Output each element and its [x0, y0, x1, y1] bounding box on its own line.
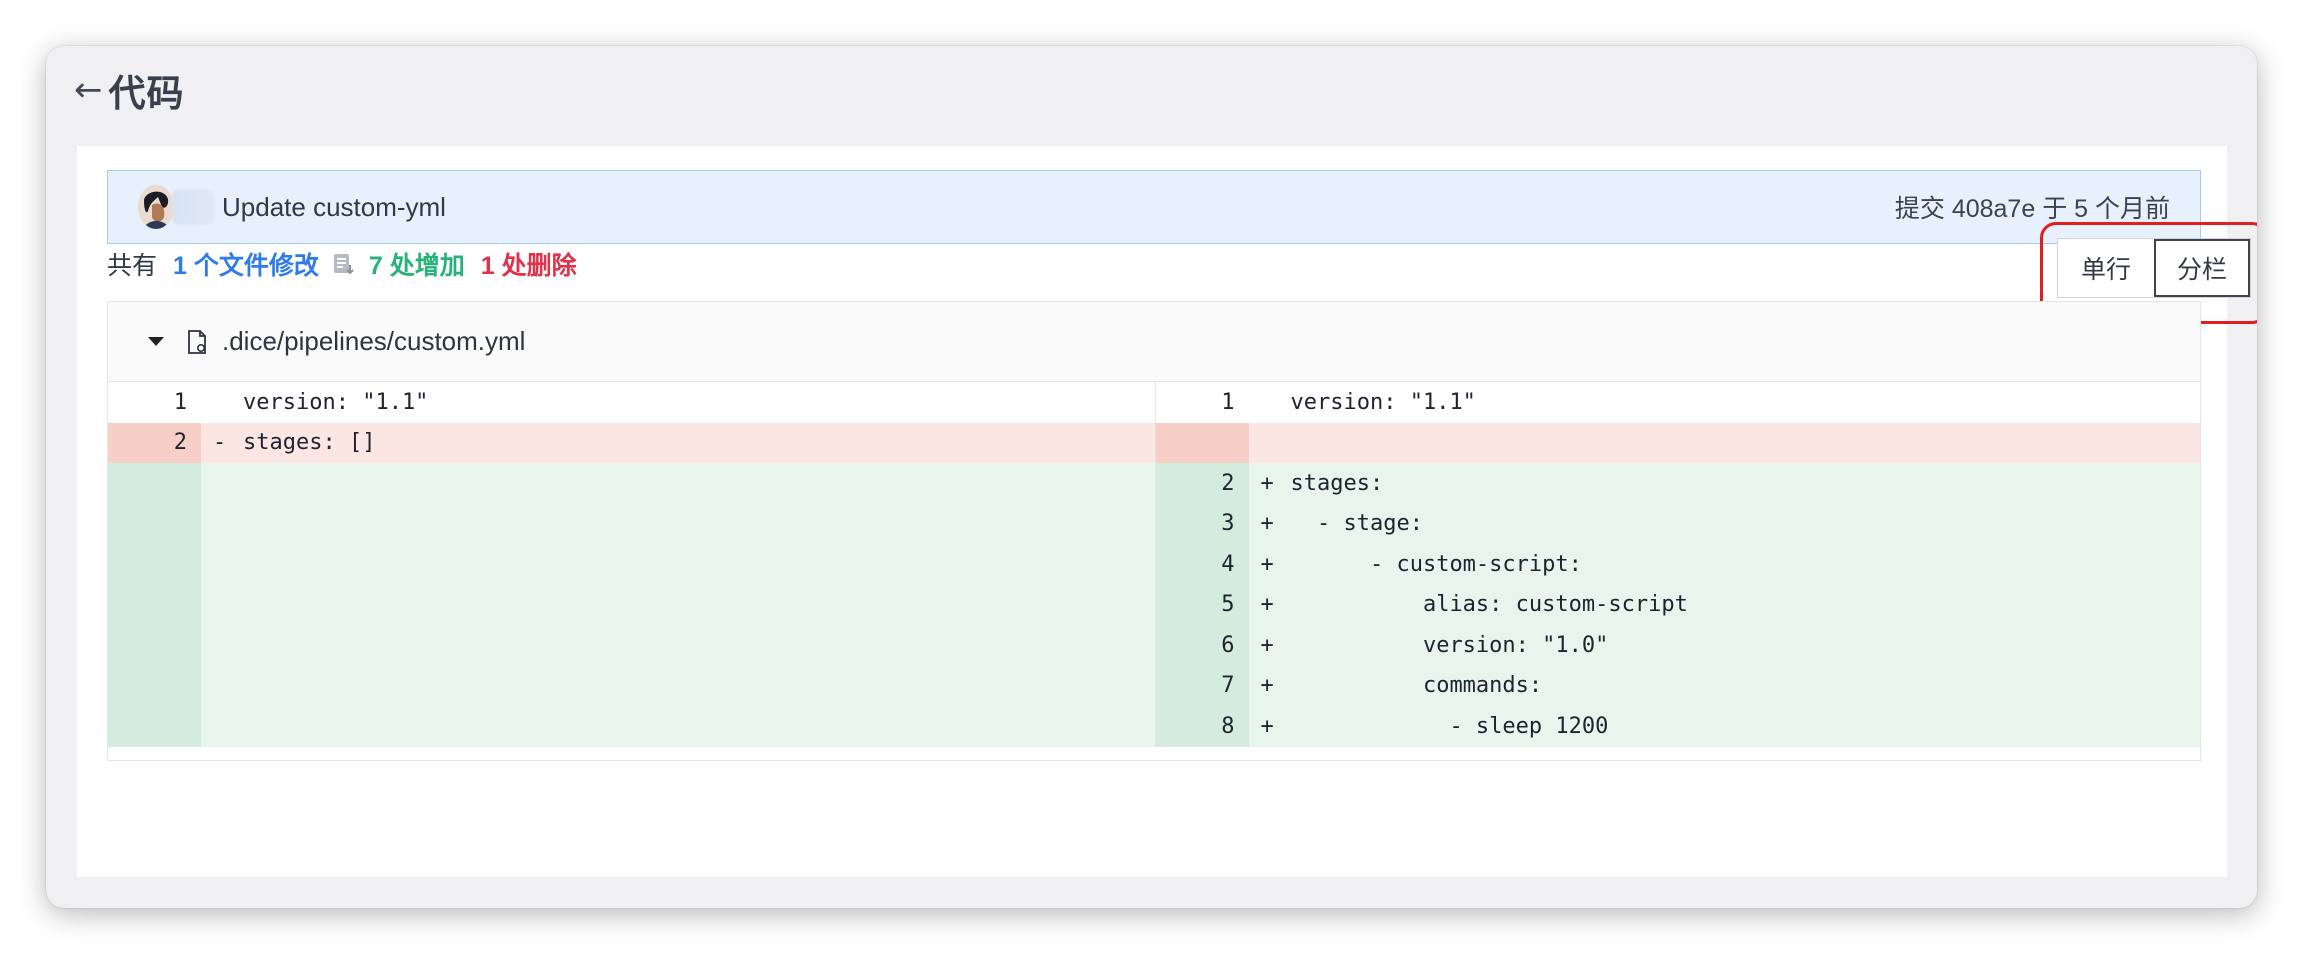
diff-row: 2- stages: [] — [108, 422, 1155, 463]
diff-row — [108, 503, 1155, 544]
diff-pane-old: 1 version: "1.1" 2- stages: [] — [108, 382, 1155, 747]
line-number: 2 — [108, 422, 201, 463]
diff-row — [108, 706, 1155, 747]
diff-summary: 共有 1 个文件修改 7 处增加 1 处删除 — [107, 246, 577, 282]
diff-marker: + — [1260, 713, 1274, 739]
app-window: ← 代码 Update custom-yml 提交 408a7e 于 5 个月前 — [46, 46, 2257, 908]
commit-message[interactable]: Update custom-yml — [222, 192, 446, 223]
diff-row — [1155, 422, 2200, 463]
code-line: version: "1.0" — [1290, 632, 1609, 658]
files-changed-link[interactable]: 1 个文件修改 — [173, 246, 319, 282]
file-icon — [186, 329, 208, 355]
line-number: 4 — [1155, 544, 1249, 585]
file-diff-block: .dice/pipelines/custom.yml 1 version: "1.… — [107, 301, 2201, 761]
diff-row: 1 version: "1.1" — [108, 382, 1155, 423]
diff-marker: + — [1260, 673, 1274, 699]
code-line: commands: — [1290, 673, 1543, 699]
page-title: 代码 — [108, 72, 185, 115]
file-header: .dice/pipelines/custom.yml — [108, 302, 2200, 382]
commit-info: Update custom-yml — [138, 185, 446, 229]
diff-row: 1 version: "1.1" — [1156, 382, 2201, 423]
diff-row: 7 + commands: — [1155, 665, 2200, 706]
diff-row — [108, 665, 1155, 706]
line-number: 8 — [1155, 706, 1249, 747]
line-number: 6 — [1155, 625, 1249, 666]
diff-marker: - — [213, 430, 227, 456]
diff-marker: + — [1260, 592, 1274, 618]
collapse-caret-icon[interactable] — [148, 337, 164, 346]
diff-row: 2 + stages: — [1155, 463, 2200, 504]
code-line: version: "1.1" — [1290, 389, 1476, 415]
line-number: 7 — [1155, 665, 1249, 706]
commit-bar: Update custom-yml 提交 408a7e 于 5 个月前 — [107, 170, 2201, 244]
line-number — [108, 625, 201, 666]
back-arrow-icon[interactable]: ← — [74, 73, 103, 107]
diff-marker: + — [1260, 511, 1274, 537]
single-view-button[interactable]: 单行 — [2058, 239, 2154, 297]
code-line: - stage: — [1290, 511, 1423, 537]
line-number — [108, 584, 201, 625]
line-number — [108, 503, 201, 544]
code-line: version: "1.1" — [243, 389, 429, 415]
code-line: - sleep 1200 — [1290, 713, 1609, 739]
diff-row — [108, 625, 1155, 666]
avatar[interactable] — [138, 185, 174, 229]
file-path[interactable]: .dice/pipelines/custom.yml — [222, 326, 525, 357]
code-line: stages: — [1290, 470, 1384, 496]
line-number — [108, 463, 201, 504]
diff-row — [108, 544, 1155, 585]
line-number: 5 — [1155, 584, 1249, 625]
deletions-count: 1 处删除 — [480, 252, 577, 280]
summary-prefix: 共有 — [107, 252, 158, 280]
split-diff: 1 version: "1.1" 2- stages: [] 1 version: "1… — [108, 382, 2200, 747]
diff-row — [108, 463, 1155, 504]
line-number — [108, 544, 201, 585]
diff-pane-new: 1 version: "1.1" 2 + stages: 3 + - stage: 4 + - … — [1154, 382, 2201, 747]
line-number: 2 — [1155, 463, 1249, 504]
line-number: 3 — [1155, 503, 1249, 544]
additions-count: 7 处增加 — [368, 252, 465, 280]
line-number — [108, 665, 201, 706]
view-mode-toggle: 单行 分栏 — [2057, 238, 2251, 298]
diff-marker: + — [1260, 551, 1274, 577]
diff-row: 3 + - stage: — [1155, 503, 2200, 544]
line-number — [1155, 422, 1249, 463]
diff-row: 8 + - sleep 1200 — [1155, 706, 2200, 747]
code-line: - custom-script: — [1290, 551, 1582, 577]
diff-row: 4 + - custom-script: — [1155, 544, 2200, 585]
split-view-button[interactable]: 分栏 — [2154, 239, 2250, 297]
diff-marker: + — [1260, 632, 1274, 658]
line-number: 1 — [173, 389, 187, 415]
file-list-icon[interactable] — [331, 251, 357, 277]
code-line: alias: custom-script — [1290, 592, 1688, 618]
blurred-username — [172, 189, 214, 225]
code-line: stages: [] — [243, 430, 376, 456]
diff-row — [108, 584, 1155, 625]
diff-row: 5 + alias: custom-script — [1155, 584, 2200, 625]
line-number — [108, 706, 201, 747]
line-number: 1 — [1221, 389, 1235, 415]
diff-marker: + — [1260, 470, 1274, 496]
diff-row: 6 + version: "1.0" — [1155, 625, 2200, 666]
main-content: Update custom-yml 提交 408a7e 于 5 个月前 共有 1… — [77, 146, 2257, 877]
page-header: ← 代码 — [74, 60, 185, 120]
commit-meta: 提交 408a7e 于 5 个月前 — [1894, 195, 2170, 223]
